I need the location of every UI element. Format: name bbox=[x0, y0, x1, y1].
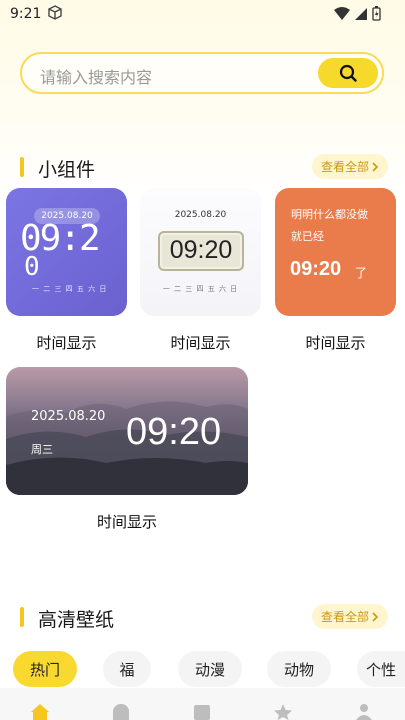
nav-home[interactable] bbox=[27, 702, 53, 720]
widget-weekdays: 一 二 三 四 五 六 日 bbox=[162, 285, 239, 293]
category-chip-anime[interactable]: 动漫 bbox=[178, 651, 242, 687]
category-chip-personality[interactable]: 个性 bbox=[357, 651, 405, 687]
chip-label: 动物 bbox=[283, 660, 314, 679]
widget-card-orange-text[interactable]: 明明什么都没做 就已经 09:20 了 bbox=[275, 188, 396, 316]
widget-card-landscape[interactable]: 2025.08.20 周三 09:20 bbox=[6, 367, 248, 495]
battery-icon bbox=[372, 6, 381, 21]
widget-text-line1: 明明什么都没做 bbox=[291, 208, 368, 221]
widget-label: 时间显示 bbox=[36, 334, 97, 352]
bottom-nav bbox=[0, 688, 405, 720]
status-bar: 9:21 bbox=[0, 0, 405, 30]
chip-label: 动漫 bbox=[194, 660, 225, 679]
widget-time-extra: 0 bbox=[24, 252, 40, 282]
widget-label: 时间显示 bbox=[170, 334, 231, 352]
home-icon bbox=[31, 704, 49, 720]
widget-weekday: 周三 bbox=[31, 443, 53, 456]
see-all-label: 查看全部 bbox=[320, 160, 369, 174]
category-chip-animals[interactable]: 动物 bbox=[267, 651, 331, 687]
cube-icon bbox=[48, 5, 62, 20]
search-icon bbox=[339, 64, 357, 82]
chevron-right-icon bbox=[372, 611, 379, 622]
widget-time-suffix: 了 bbox=[355, 266, 368, 280]
search-bar[interactable]: 请输入搜索内容 bbox=[20, 52, 384, 94]
widget-label: 时间显示 bbox=[305, 334, 366, 352]
status-time: 9:21 bbox=[10, 6, 42, 22]
widget-lcd-screen: 09:20 bbox=[158, 231, 244, 271]
chip-label: 个性 bbox=[365, 660, 396, 679]
nav-favorites[interactable] bbox=[270, 702, 296, 720]
section-title: 小组件 bbox=[38, 159, 96, 181]
widget-time: 09:20 bbox=[126, 411, 222, 453]
nav-wallpaper[interactable] bbox=[108, 702, 134, 720]
section-accent-bar bbox=[20, 607, 24, 627]
widget-time: 09:20 bbox=[169, 236, 233, 264]
nav-gallery[interactable] bbox=[189, 702, 215, 720]
star-icon bbox=[274, 704, 292, 720]
widgets-section-header: 小组件 查看全部 bbox=[18, 153, 388, 181]
user-icon bbox=[356, 704, 372, 720]
widget-text-line2: 就已经 bbox=[291, 230, 324, 243]
shield-icon bbox=[113, 704, 129, 720]
category-chip-fu[interactable]: 福 bbox=[103, 651, 151, 687]
wifi-icon bbox=[334, 6, 350, 20]
chip-label: 福 bbox=[119, 660, 135, 679]
nav-profile[interactable] bbox=[351, 702, 377, 720]
section-accent-bar bbox=[20, 157, 24, 177]
see-all-label: 查看全部 bbox=[320, 610, 369, 624]
wallpaper-section-header: 高清壁纸 查看全部 bbox=[18, 603, 388, 631]
signal-icon bbox=[355, 7, 367, 20]
widget-date: 2025.08.20 bbox=[174, 210, 227, 220]
image-icon bbox=[194, 705, 210, 720]
widget-date: 2025.08.20 bbox=[31, 409, 106, 424]
wallpaper-see-all-button[interactable]: 查看全部 bbox=[312, 604, 388, 629]
search-button[interactable] bbox=[318, 58, 378, 88]
search-input[interactable]: 请输入搜索内容 bbox=[40, 64, 152, 88]
widget-card-digital-purple[interactable]: 2025.08.20 09:2 0 一 二 三 四 五 六 日 bbox=[6, 188, 127, 316]
chip-label: 热门 bbox=[29, 660, 60, 679]
widget-weekdays: 一 二 三 四 五 六 日 bbox=[32, 285, 108, 293]
widgets-see-all-button[interactable]: 查看全部 bbox=[312, 154, 388, 179]
chevron-right-icon bbox=[372, 161, 379, 172]
category-chip-hot[interactable]: 热门 bbox=[13, 651, 77, 687]
widget-label: 时间显示 bbox=[96, 513, 157, 531]
widget-time: 09:20 bbox=[290, 258, 342, 280]
section-title: 高清壁纸 bbox=[38, 609, 115, 631]
category-tabs: 热门 福 动漫 动物 个性 bbox=[0, 648, 405, 688]
widget-card-lcd[interactable]: 2025.08.20 09:20 一 二 三 四 五 六 日 bbox=[140, 188, 261, 316]
